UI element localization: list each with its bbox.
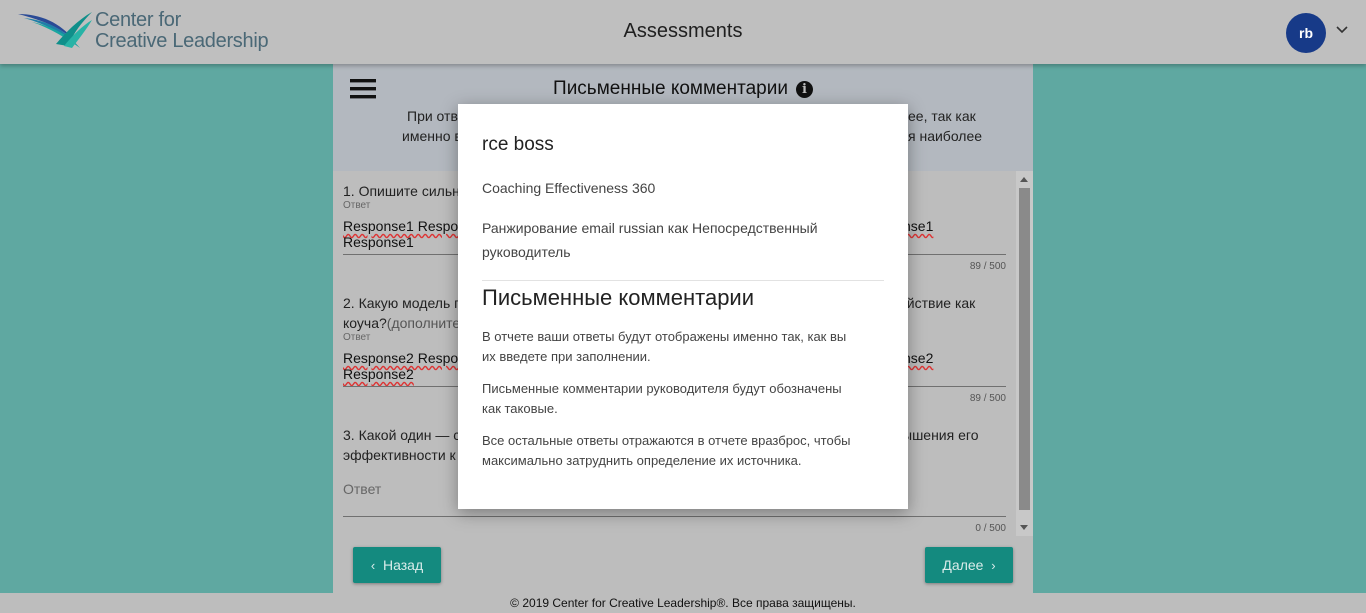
section-title-text: Письменные комментарии [553,78,788,99]
question-2-prompt-line-1: 2. Какую модель п [343,295,462,311]
question-2-response-line-1: Response2 Respo [343,350,459,366]
modal-paragraph-3-line-2: максимально затруднить определение их ис… [482,453,802,468]
question-3-prompt-line-1-end: ышения его [902,427,979,443]
modal-section-title: Письменные комментарии [482,285,755,310]
section-title: Письменные комментарии i [333,78,1033,100]
next-button-label: Далее [942,557,984,573]
modal-paragraph-3-line-1: Все остальные ответы отражаются в отчете… [482,433,851,448]
question-1-char-count: 89 / 500 [969,261,1006,272]
question-3-answer-input[interactable]: Ответ [343,481,381,497]
question-2-response-line-2-text: Response2 [343,366,414,382]
back-button-label: Назад [383,557,424,573]
modal-paragraph-1-line-2: их введете при заполнении. [482,349,651,364]
scrollbar[interactable] [1016,171,1033,536]
next-button[interactable]: Далее › [925,547,1013,583]
chevron-right-icon: › [991,558,996,573]
scroll-down-arrow-icon[interactable] [1020,525,1028,530]
modal-paragraph-1-line-1: В отчете ваши ответы будут отображены им… [482,329,847,344]
question-2-prompt-line-1-end: ействие как [899,295,976,311]
intro-text-left-2: именно в [402,128,462,144]
question-2-prompt-text: коуча? [343,315,387,331]
modal-paragraph-1: В отчете ваши ответы будут отображены им… [482,327,884,367]
footer-copyright: © 2019 Center for Creative Leadership®. … [0,593,1366,613]
question-3-underline [343,516,1006,517]
question-3-char-count: 0 / 500 [975,523,1006,534]
modal-paragraph-3: Все остальные ответы отражаются в отчете… [482,431,884,471]
question-2-prompt-line-2: коуча?(дополните [343,313,460,333]
question-2-prompt-hint: (дополните [386,315,461,331]
question-1-response-line-2: Response1 [343,234,414,250]
question-1-response[interactable]: Response1 Respo [343,218,458,234]
scrollbar-thumb[interactable] [1019,188,1030,510]
intro-text-left-1: При отв [407,108,458,124]
chevron-left-icon: ‹ [370,558,376,573]
modal-rater-role-line-1: Ранжирование email russian как Непосредс… [482,220,818,236]
modal-paragraph-2-line-2: как таковые. [482,401,558,416]
back-button[interactable]: ‹ Назад [353,547,441,583]
modal-paragraph-2: Письменные комментарии руководителя буду… [482,379,884,419]
scroll-up-arrow-icon[interactable] [1020,177,1028,182]
question-1-response-line-1: Response1 Respo [343,218,459,234]
question-2-answer-label: Ответ [343,332,371,343]
question-2-response-line-2: Response2 [343,366,414,382]
app-header: Center for Creative Leadership Assessmen… [0,0,1366,64]
modal-rater-role: Ранжирование email russian как Непосредс… [482,216,862,264]
question-1-prompt: 1. Опишите сильн [343,183,460,199]
question-1-answer-label: Ответ [343,200,371,211]
question-3-prompt-line-1: 3. Какой один — с [343,427,461,443]
chevron-down-icon[interactable] [1334,22,1350,38]
modal-rater-role-line-2: руководитель [482,244,571,260]
modal-assessment-name: Coaching Effectiveness 360 [482,180,656,196]
modal-participant-name: rce boss [482,134,554,155]
intro-text-right-1: ее, так как [908,108,976,124]
user-avatar[interactable]: rb [1286,13,1326,53]
info-modal[interactable]: rce boss Coaching Effectiveness 360 Ранж… [458,104,908,509]
question-2-response[interactable]: Response2 Respo [343,350,458,366]
page-title: Assessments [623,20,743,42]
question-2-char-count: 89 / 500 [969,393,1006,404]
info-icon[interactable]: i [795,81,813,98]
modal-divider [482,280,884,281]
modal-paragraph-2-line-1: Письменные комментарии руководителя буду… [482,381,842,396]
question-3-prompt-line-2: эффективности к [343,447,456,463]
intro-text-right-2: я наиболее [908,128,983,144]
